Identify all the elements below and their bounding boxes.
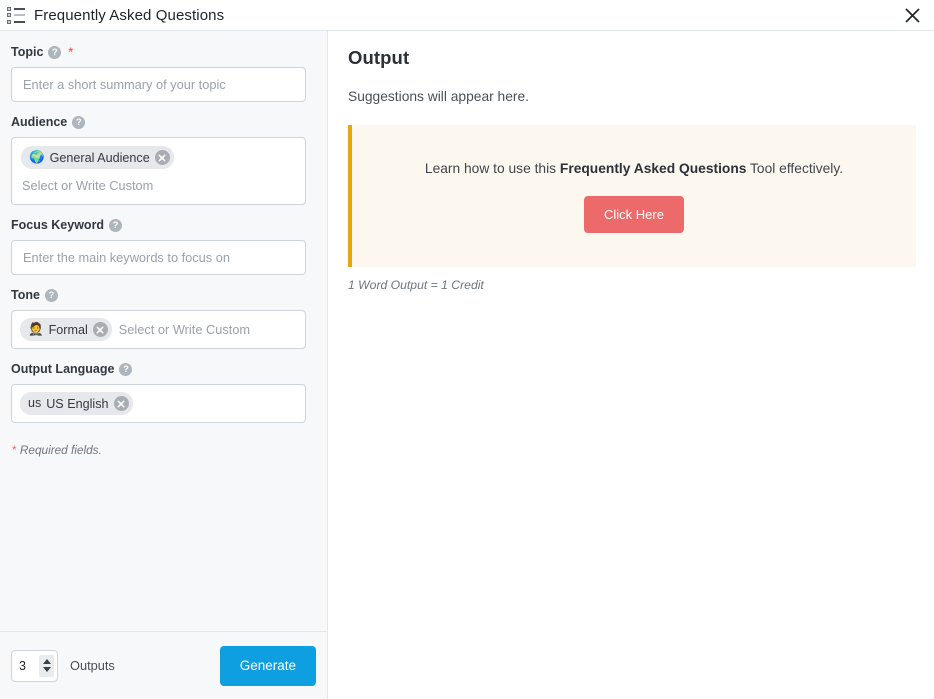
output-panel: Output Suggestions will appear here. Lea…: [328, 31, 934, 699]
required-fields-note: * Required fields.: [11, 443, 316, 457]
field-focus-keyword-label-text: Focus Keyword: [11, 218, 105, 232]
person-in-tuxedo-icon: 🤵: [28, 322, 44, 337]
flag-us-icon: us: [28, 396, 42, 411]
outputs-stepper[interactable]: 3: [11, 649, 58, 682]
help-callout-tool-name: Frequently Asked Questions: [559, 161, 747, 176]
field-audience-label: Audience ?: [11, 115, 316, 130]
stepper-up-arrow-icon[interactable]: [42, 659, 51, 664]
remove-tag-icon[interactable]: [92, 322, 108, 337]
tone-tag-label: Formal: [48, 322, 88, 337]
outputs-count-value: 3: [19, 658, 26, 673]
form-panel: Topic ? * Audience ? 🌍 General Audience: [0, 31, 328, 699]
audience-tag-label: General Audience: [49, 150, 150, 165]
field-output-language: Output Language ? us US English: [11, 362, 316, 423]
field-audience: Audience ? 🌍 General Audience Select or …: [11, 115, 316, 205]
click-here-button[interactable]: Click Here: [584, 196, 684, 233]
field-topic: Topic ? *: [11, 45, 316, 102]
form-fields-container: Topic ? * Audience ? 🌍 General Audience: [0, 31, 327, 631]
audience-tag-general-audience[interactable]: 🌍 General Audience: [21, 146, 174, 169]
output-subtitle: Suggestions will appear here.: [348, 89, 530, 104]
topic-input[interactable]: [11, 67, 306, 102]
field-tone: Tone ? 🤵 Formal Select or Write Custom: [11, 288, 316, 349]
credit-note: 1 Word Output = 1 Credit: [348, 278, 484, 292]
field-tone-label-text: Tone: [11, 288, 40, 302]
close-icon[interactable]: [896, 1, 928, 29]
output-language-tag-label: US English: [46, 396, 109, 411]
help-icon[interactable]: ?: [72, 116, 86, 129]
help-callout-text: Learn how to use this Frequently Asked Q…: [372, 161, 896, 176]
dialog-body: Topic ? * Audience ? 🌍 General Audience: [0, 31, 934, 699]
output-title: Output: [348, 47, 410, 68]
output-language-tag-input[interactable]: us US English: [11, 384, 306, 423]
list-icon: [7, 6, 25, 24]
help-callout-text-after: Tool effectively.: [746, 161, 844, 176]
remove-tag-icon[interactable]: [154, 150, 170, 165]
field-focus-keyword-label: Focus Keyword ?: [11, 218, 316, 233]
window-title: Frequently Asked Questions: [34, 6, 225, 24]
field-audience-label-text: Audience: [11, 115, 68, 129]
field-output-language-label: Output Language ?: [11, 362, 316, 377]
field-output-language-label-text: Output Language: [11, 362, 115, 376]
globe-icon: 🌍: [29, 150, 45, 165]
focus-keyword-input[interactable]: [11, 240, 306, 275]
help-icon[interactable]: ?: [109, 219, 123, 232]
stepper-arrows[interactable]: [39, 654, 54, 677]
outputs-label: Outputs: [70, 658, 115, 673]
tone-tag-formal[interactable]: 🤵 Formal: [20, 318, 112, 341]
help-icon[interactable]: ?: [119, 363, 133, 376]
required-note-text: Required fields.: [16, 443, 102, 457]
audience-placeholder: Select or Write Custom: [22, 178, 154, 193]
tone-tag-input[interactable]: 🤵 Formal Select or Write Custom: [11, 310, 306, 349]
required-asterisk: *: [68, 45, 74, 59]
generate-button[interactable]: Generate: [219, 645, 316, 686]
field-focus-keyword: Focus Keyword ?: [11, 218, 316, 275]
tone-placeholder: Select or Write Custom: [118, 322, 251, 337]
help-icon[interactable]: ?: [44, 289, 58, 302]
stepper-down-arrow-icon[interactable]: [42, 667, 51, 672]
field-tone-label: Tone ?: [11, 288, 316, 303]
help-icon[interactable]: ?: [48, 46, 62, 59]
remove-tag-icon[interactable]: [113, 396, 129, 411]
field-topic-label: Topic ? *: [11, 45, 316, 60]
field-topic-label-text: Topic: [11, 45, 44, 59]
help-callout-text-before: Learn how to use this: [424, 161, 560, 176]
audience-tag-input[interactable]: 🌍 General Audience Select or Write Custo…: [11, 137, 306, 205]
help-callout: Learn how to use this Frequently Asked Q…: [348, 125, 916, 267]
form-footer: 3 Outputs Generate: [0, 631, 327, 699]
window-titlebar: Frequently Asked Questions: [0, 0, 934, 31]
output-language-tag-us-english[interactable]: us US English: [20, 392, 133, 415]
